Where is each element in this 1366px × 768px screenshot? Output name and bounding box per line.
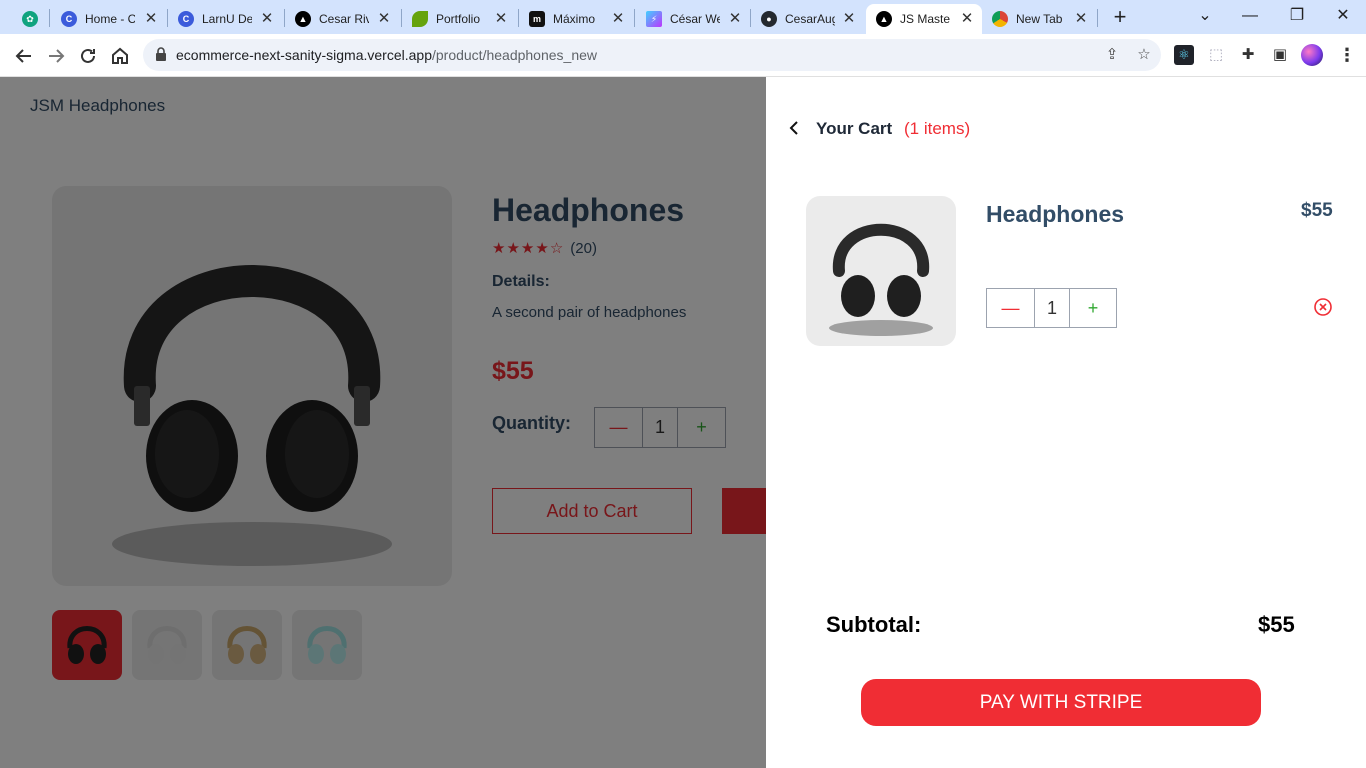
- cart-heading[interactable]: Your Cart: [816, 119, 892, 139]
- address-bar[interactable]: ecommerce-next-sanity-sigma.vercel.app/p…: [143, 39, 1161, 71]
- close-tab-icon[interactable]: ✕: [1072, 10, 1090, 28]
- triangle-logo-icon: ▲: [295, 11, 311, 27]
- tab-search-icon[interactable]: ⌄: [1193, 6, 1217, 26]
- minimize-button[interactable]: —: [1238, 6, 1262, 26]
- browser-tab-active[interactable]: ▲ JS Maste ✕: [866, 4, 982, 34]
- close-tab-icon[interactable]: ✕: [840, 10, 858, 28]
- chevron-left-icon[interactable]: [786, 119, 804, 137]
- tab-title: Portfolio: [436, 12, 481, 26]
- browser-menu-icon[interactable]: ⋮: [1337, 43, 1357, 67]
- page: JSM Headphones Headphones: [0, 77, 1366, 768]
- browser-tab[interactable]: m Máximo ✕: [519, 4, 633, 34]
- cart-panel: Your Cart (1 items) Headphones $55 — 1 +…: [766, 77, 1366, 768]
- cart-item-count: (1 items): [904, 119, 971, 138]
- close-tab-icon[interactable]: ✕: [609, 10, 627, 28]
- browser-tab[interactable]: C Home - C ✕: [52, 4, 166, 34]
- headphones-image: [829, 223, 933, 336]
- triangle-logo-icon: ▲: [876, 11, 892, 27]
- tab-title: JS Maste: [900, 12, 950, 26]
- tab-title: Home - C: [85, 12, 135, 26]
- back-arrow-icon[interactable]: [11, 43, 37, 69]
- chrome-icon: [992, 11, 1008, 27]
- restore-button[interactable]: ❐: [1285, 6, 1309, 26]
- subtotal-label: Subtotal:: [826, 612, 922, 637]
- tab-title: New Tab: [1016, 12, 1063, 26]
- cart-item-name: Headphones: [986, 201, 1125, 227]
- site-icon: C: [61, 11, 77, 27]
- new-tab-button[interactable]: +: [1109, 6, 1131, 28]
- lock-icon[interactable]: [155, 47, 167, 61]
- browser-tab[interactable]: C LarnU De ✕: [168, 4, 282, 34]
- tab-title: CesarAug: [785, 12, 835, 26]
- side-panel-icon[interactable]: ▣: [1270, 45, 1290, 65]
- close-tab-icon[interactable]: ✕: [492, 10, 510, 28]
- pay-with-stripe-button[interactable]: PAY WITH STRIPE: [861, 679, 1261, 726]
- decrease-quantity-button[interactable]: —: [987, 289, 1034, 327]
- reload-icon[interactable]: [75, 43, 101, 69]
- github-icon: ●: [761, 11, 777, 27]
- cart-item-image: [806, 196, 956, 346]
- close-tab-icon[interactable]: ✕: [258, 10, 276, 28]
- medium-icon: m: [529, 11, 545, 27]
- extensions-puzzle-icon[interactable]: ✚: [1238, 45, 1258, 65]
- cart-backdrop-overlay[interactable]: [0, 77, 766, 768]
- forward-arrow-icon[interactable]: [43, 43, 69, 69]
- browser-tab[interactable]: New Tab ✕: [984, 4, 1096, 34]
- leaf-icon: [412, 11, 428, 27]
- close-window-button[interactable]: ✕: [1331, 6, 1355, 26]
- browser-tab[interactable]: ▲ Cesar Riv ✕: [285, 4, 399, 34]
- tab-title: César We: [670, 12, 720, 26]
- close-tab-icon[interactable]: ✕: [375, 10, 393, 28]
- close-tab-icon[interactable]: ✕: [958, 10, 976, 28]
- browser-tab-bar: ✿ C Home - C ✕ C LarnU De ✕ ▲ Cesar Riv …: [0, 0, 1366, 34]
- cart-item-price: $55: [1301, 200, 1333, 221]
- cart-quantity-stepper: — 1 +: [986, 288, 1117, 328]
- chatgpt-icon: ✿: [22, 11, 38, 27]
- close-tab-icon[interactable]: ✕: [142, 10, 160, 28]
- tab-title: Máximo: [553, 12, 596, 26]
- home-icon[interactable]: [107, 43, 133, 69]
- site-icon: C: [178, 11, 194, 27]
- browser-tab[interactable]: ✿: [14, 4, 46, 34]
- react-devtools-icon[interactable]: ⚛: [1174, 45, 1194, 65]
- browser-toolbar: ecommerce-next-sanity-sigma.vercel.app/p…: [0, 34, 1366, 77]
- increase-quantity-button[interactable]: +: [1070, 289, 1116, 327]
- bookmark-star-icon[interactable]: ☆: [1134, 45, 1154, 65]
- quantity-value: 1: [1034, 289, 1070, 327]
- profile-avatar[interactable]: [1301, 44, 1323, 66]
- subtotal-value: $55: [1258, 612, 1295, 637]
- browser-tab[interactable]: ● CesarAug ✕: [752, 4, 864, 34]
- tab-title: Cesar Riv: [319, 12, 369, 26]
- tab-title: LarnU De: [202, 12, 252, 26]
- url-text: ecommerce-next-sanity-sigma.vercel.app/p…: [176, 47, 598, 63]
- browser-tab[interactable]: Portfolio ✕: [402, 4, 516, 34]
- share-icon[interactable]: ⇪: [1102, 45, 1122, 65]
- vite-icon: ⚡: [646, 11, 662, 27]
- browser-tab[interactable]: ⚡ César We ✕: [636, 4, 750, 34]
- close-tab-icon[interactable]: ✕: [726, 10, 744, 28]
- screenshot-extension-icon[interactable]: ⬚: [1206, 45, 1226, 65]
- remove-item-icon[interactable]: [1313, 297, 1333, 317]
